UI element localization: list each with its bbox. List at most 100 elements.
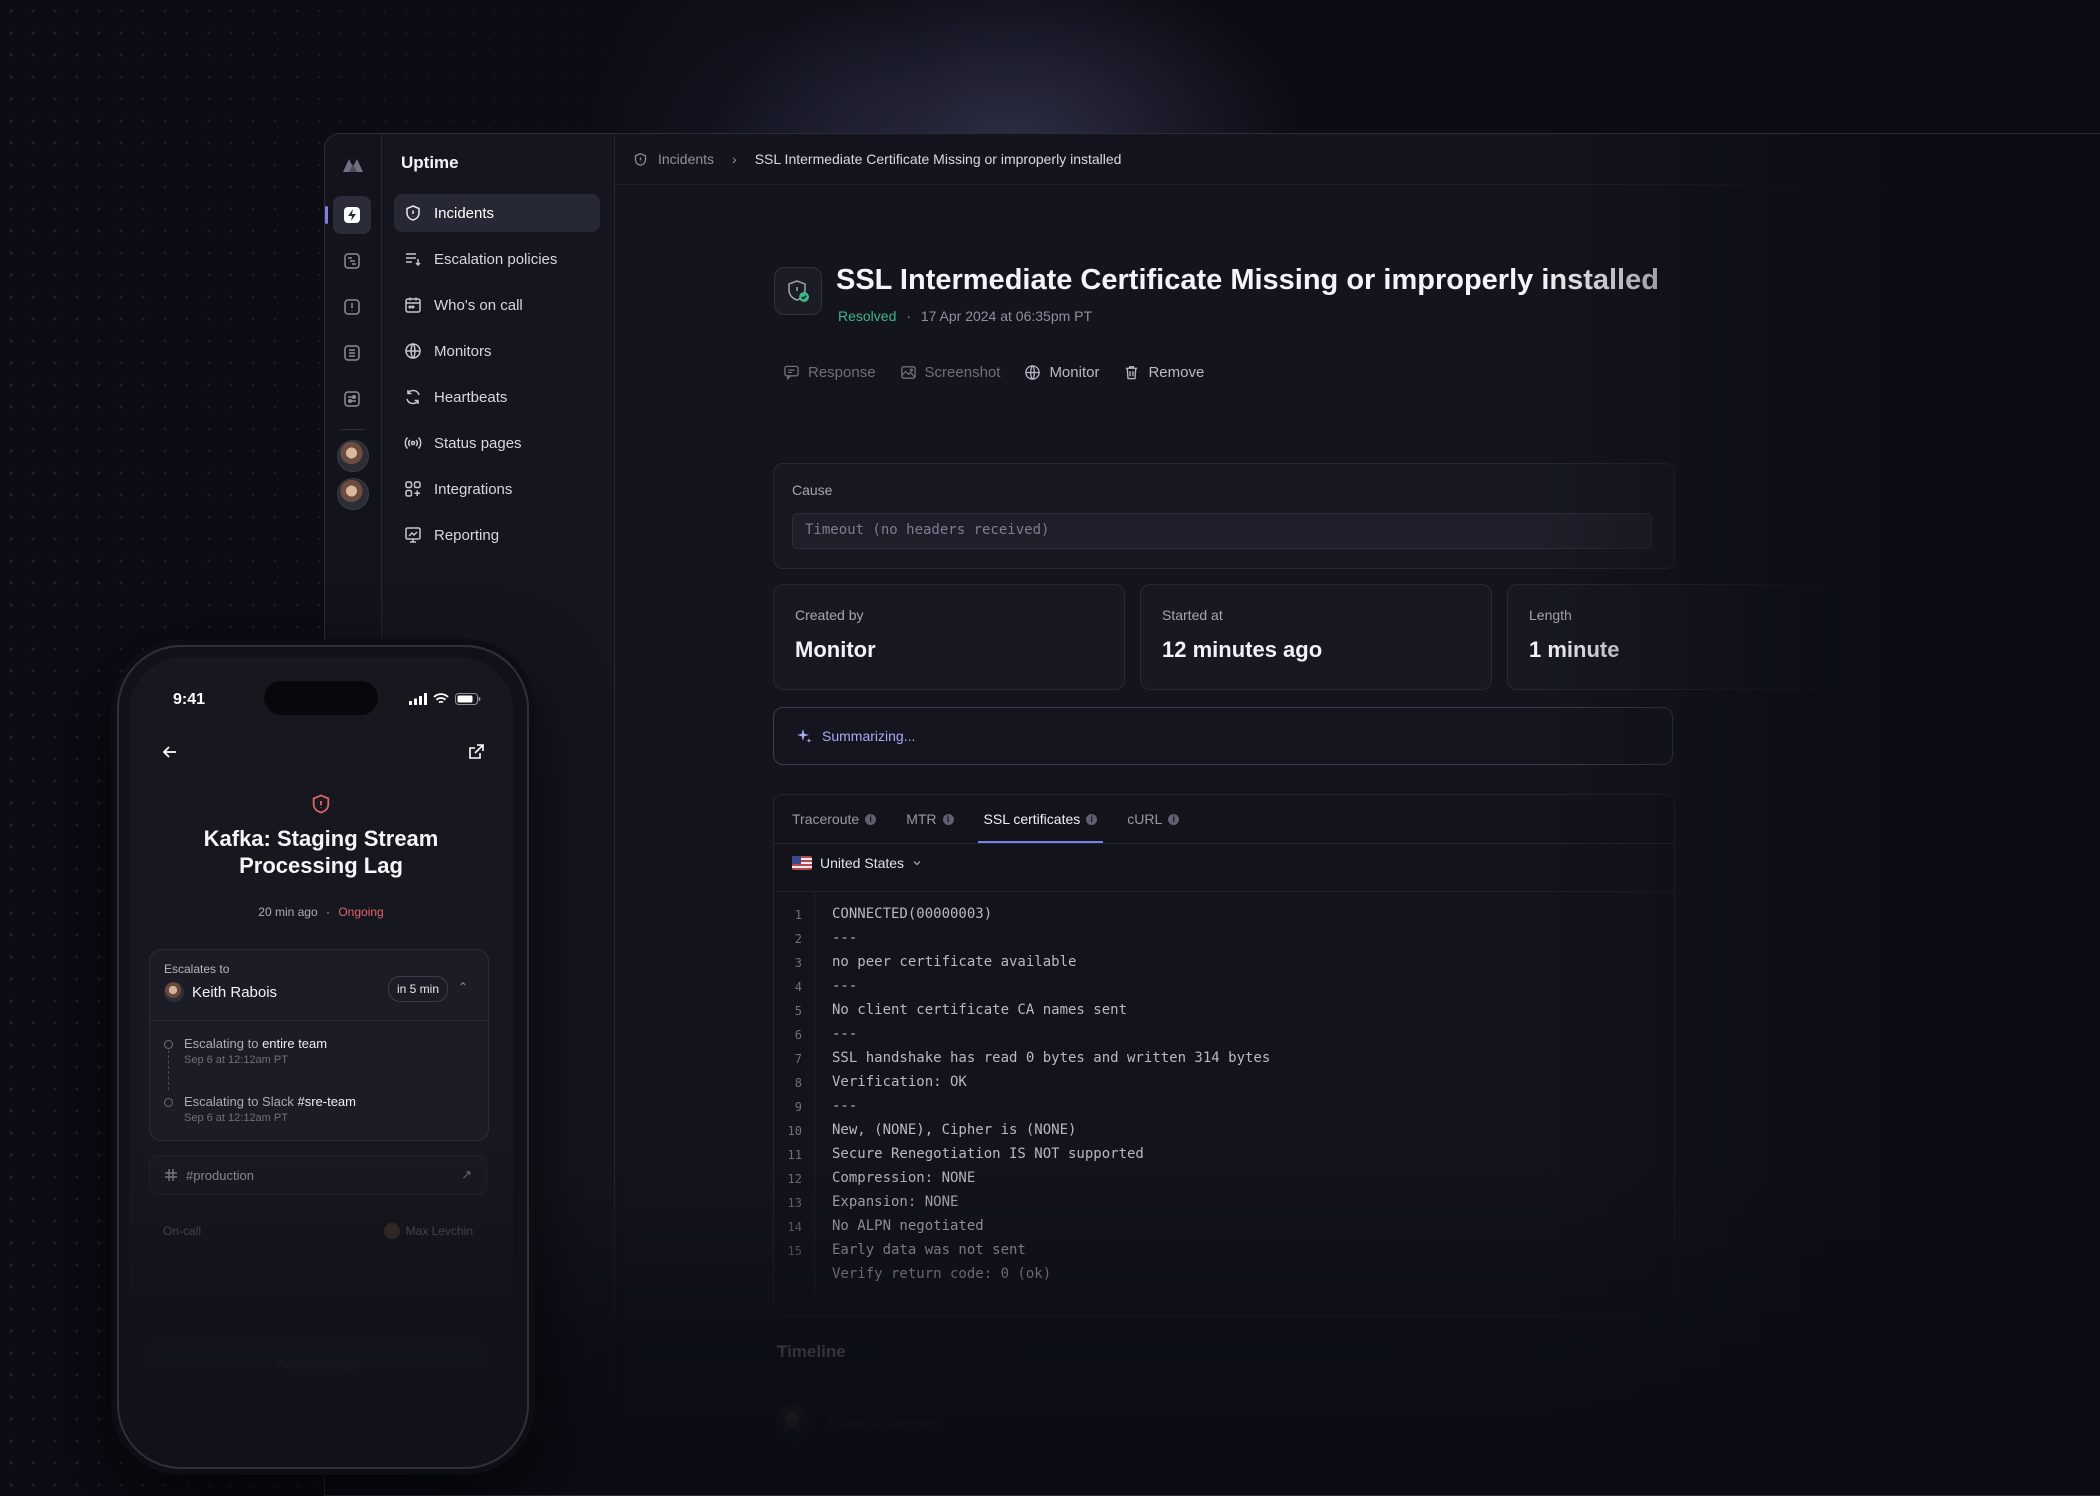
comment-input[interactable]: Leave a comment (829, 1415, 940, 1431)
monitor-button[interactable]: Monitor (1024, 364, 1099, 381)
diagnostics-panel: Traceroute i MTR i SSL certificates i cURL i… (773, 794, 1675, 1316)
sidebar-item-status-pages[interactable]: Status pages (394, 424, 600, 462)
phone-incident-title: Kafka: Staging Stream Processing Lag (203, 826, 439, 878)
tab-traceroute[interactable]: Traceroute i (792, 795, 877, 843)
user-avatar[interactable] (337, 478, 369, 510)
globe-icon (405, 343, 421, 359)
line-number: 1 (794, 908, 802, 922)
sidebar-item-label: Reporting (434, 526, 500, 544)
rail-alerts-button[interactable] (333, 288, 371, 326)
team-avatar[interactable] (337, 440, 369, 472)
stat-label: Started at (1162, 607, 1223, 623)
step-prefix: Escalating to (184, 1036, 259, 1051)
tab-curl[interactable]: cURL i (1127, 795, 1180, 843)
shield-alert-icon (312, 794, 330, 814)
remove-button[interactable]: Remove (1123, 364, 1204, 381)
code-line: Verify return code: 0 (ok) (832, 1266, 1052, 1282)
sparkle-icon (797, 729, 812, 743)
status-badge: Ongoing (338, 905, 384, 919)
incident-detail: SSL Intermediate Certificate Missing or … (615, 184, 2100, 1495)
code-line: CONNECTED(00000003) (832, 906, 993, 922)
collapse-chevron-icon[interactable]: ⌃ (458, 980, 468, 994)
code-line: --- (832, 978, 858, 994)
slack-channel-link[interactable]: #production ↗ (149, 1155, 487, 1195)
escalates-label: Escalates to (164, 962, 230, 976)
response-button[interactable]: Response (783, 364, 876, 381)
cause-label: Cause (792, 482, 833, 498)
rail-logs-button[interactable] (333, 334, 371, 372)
code-line: No ALPN negotiated (832, 1218, 984, 1234)
tab-ssl-certificates[interactable]: SSL certificates i (977, 795, 1104, 843)
screenshot-label: Screenshot (924, 364, 1001, 381)
length-card: Length 1 minute (1507, 584, 1859, 690)
incident-actions: Response Screenshot Monitor Remove (783, 364, 1204, 381)
rail-settings-button[interactable] (333, 380, 371, 418)
rail-divider (341, 429, 365, 430)
sidebar-item-integrations[interactable]: Integrations (394, 470, 600, 508)
timeline-heading: Timeline (777, 1342, 846, 1361)
incident-age: 20 min ago (258, 905, 318, 919)
monitor-label: Monitor (1049, 364, 1100, 381)
desktop-window: Uptime Incidents Escalation policies Who… (324, 133, 2100, 1496)
sidebar-item-escalation-policies[interactable]: Escalation policies (394, 240, 600, 278)
screenshot-button[interactable]: Screenshot (900, 364, 1001, 381)
line-number: 3 (794, 956, 802, 970)
sidebar-item-label: Monitors (434, 342, 492, 360)
sidebar-item-monitors[interactable]: Monitors (394, 332, 600, 370)
sidebar-item-label: Escalation policies (434, 250, 558, 268)
sidebar-item-label: Heartbeats (434, 388, 508, 406)
line-number: 5 (794, 1004, 802, 1018)
rail-incidents-button[interactable] (325, 196, 371, 234)
trash-icon (1126, 366, 1138, 380)
summary-text: Summarizing... (822, 728, 916, 744)
line-number: 8 (794, 1076, 802, 1090)
code-line: New, (NONE), Cipher is (NONE) (832, 1122, 1077, 1138)
escalation-step: Escalating to Slack #sre-team Sep 6 at 1… (164, 1094, 356, 1124)
info-icon: i (942, 813, 954, 825)
code-line: --- (832, 1026, 858, 1042)
oncall-label: On-call (163, 1224, 202, 1238)
step-dot-icon (164, 1098, 173, 1107)
line-number: 14 (787, 1220, 802, 1234)
back-arrow-icon[interactable] (161, 743, 179, 761)
phone-clock: 9:41 (173, 691, 206, 708)
alert-icon (344, 299, 360, 315)
stat-label: Length (1529, 607, 1572, 623)
line-gutter: 1 2 3 4 5 6 7 8 9 10 11 12 13 14 15 (774, 892, 815, 1315)
sidebar-item-whos-on-call[interactable]: Who's on call (394, 286, 600, 324)
timeline-icon (344, 253, 360, 269)
info-icon: i (865, 813, 877, 825)
image-icon (900, 366, 916, 379)
remove-label: Remove (1148, 364, 1205, 381)
region-select[interactable]: United States (792, 855, 922, 871)
sidebar-item-reporting[interactable]: Reporting (394, 516, 600, 554)
code-line: no peer certificate available (832, 954, 1077, 970)
external-link-icon[interactable] (467, 743, 485, 761)
sidebar-item-incidents[interactable]: Incidents (394, 194, 600, 232)
chevron-down-icon (913, 861, 921, 866)
shield-icon (634, 152, 647, 166)
started-at-card: Started at 12 minutes ago (1140, 584, 1492, 690)
info-icon: i (1168, 813, 1180, 825)
sidebar-item-heartbeats[interactable]: Heartbeats (394, 378, 600, 416)
breadcrumb-chevron-icon: › (732, 151, 737, 167)
line-number: 6 (794, 1028, 802, 1042)
calendar-icon (405, 297, 421, 313)
sidebar-item-label: Incidents (434, 204, 495, 222)
meta-separator: · (906, 308, 911, 324)
tab-mtr[interactable]: MTR i (906, 795, 954, 843)
rail-timeline-button[interactable] (333, 242, 371, 280)
meta-separator: · (326, 905, 330, 919)
breadcrumb-incidents-link[interactable]: Incidents (658, 151, 714, 167)
acknowledge-button[interactable]: Acknowledge (149, 1341, 487, 1387)
line-number: 4 (794, 980, 802, 994)
us-flag-icon (792, 856, 812, 870)
stat-value: 12 minutes ago (1162, 637, 1323, 662)
step-target: #sre-team (297, 1094, 356, 1109)
wifi-icon (433, 693, 449, 704)
breadcrumb: Incidents › SSL Intermediate Certificate… (615, 134, 2100, 185)
sidebar-item-label: Status pages (434, 434, 522, 452)
step-prefix: Escalating to Slack (184, 1094, 294, 1109)
step-time: Sep 6 at 12:12am PT (184, 1054, 288, 1066)
escalation-target: Keith Rabois (164, 982, 277, 1002)
